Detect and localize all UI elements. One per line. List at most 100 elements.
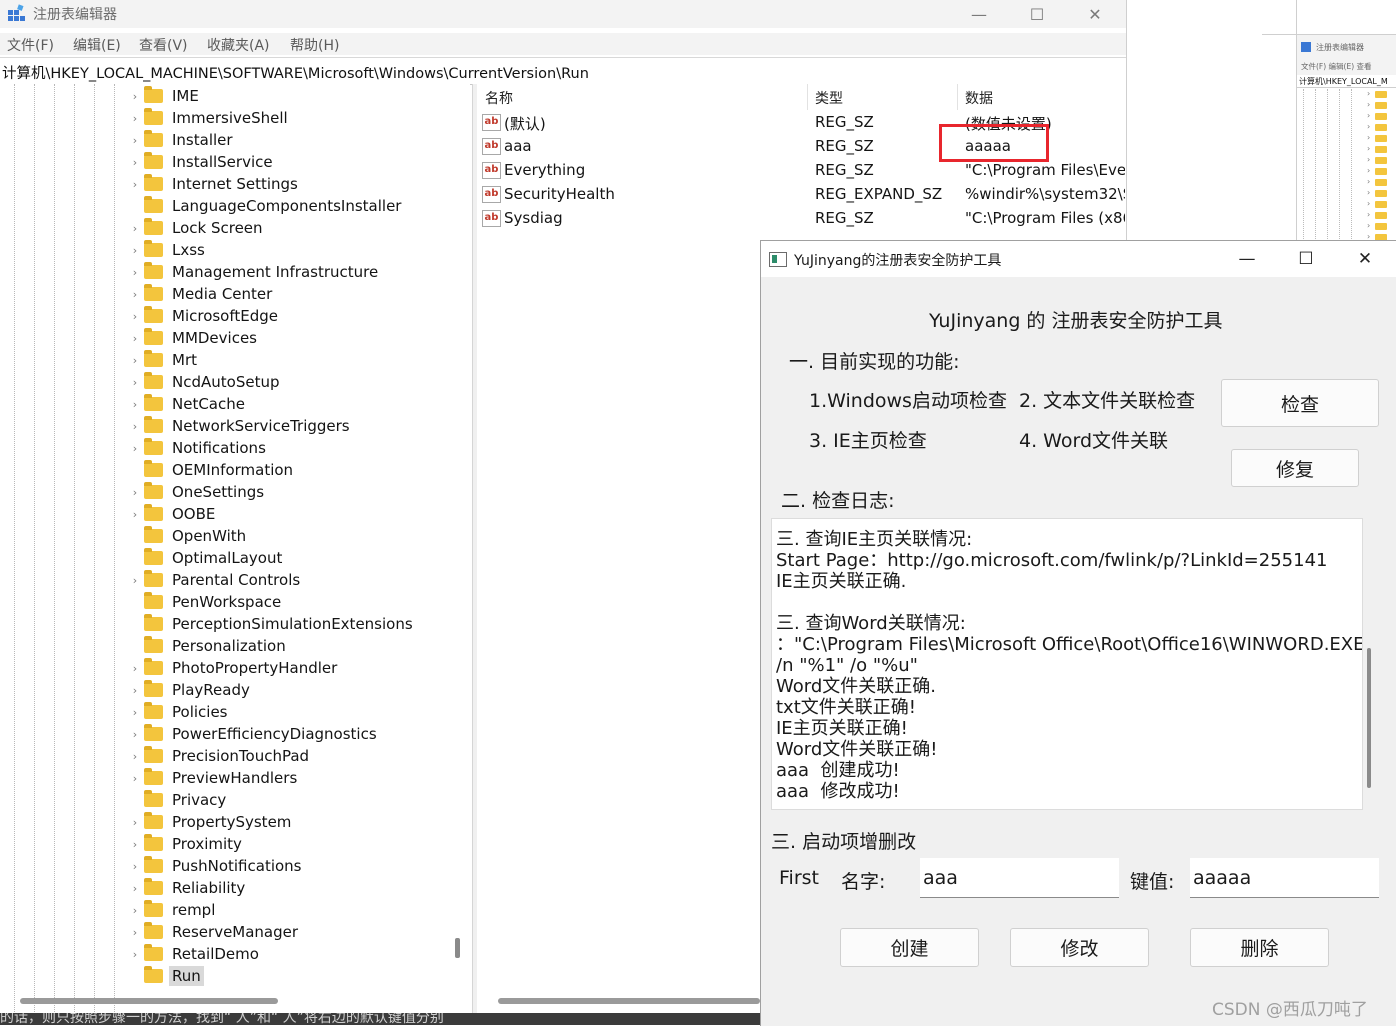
tree-item[interactable]: PerceptionSimulationExtensions <box>128 613 416 635</box>
menu-file[interactable]: 文件(F) <box>7 35 54 55</box>
regedit-minimize-button[interactable]: — <box>950 0 1008 28</box>
chevron-right-icon[interactable]: › <box>128 156 142 169</box>
chevron-right-icon[interactable]: › <box>128 112 142 125</box>
chevron-right-icon[interactable]: › <box>128 574 142 587</box>
chevron-right-icon[interactable]: › <box>128 706 142 719</box>
dialog-maximize-button[interactable]: ☐ <box>1276 241 1336 277</box>
address-bar[interactable]: 计算机\HKEY_LOCAL_MACHINE\SOFTWARE\Microsof… <box>0 57 1126 85</box>
tree-item[interactable]: › Management Infrastructure <box>128 261 381 283</box>
chevron-right-icon[interactable]: › <box>128 398 142 411</box>
registry-tree[interactable]: › IME › ImmersiveShell › Installer › InstallSer… <box>0 84 470 1014</box>
chevron-right-icon[interactable]: › <box>128 266 142 279</box>
chevron-right-icon[interactable]: › <box>128 662 142 675</box>
tree-item[interactable]: OEMInformation <box>128 459 296 481</box>
delete-button[interactable]: 删除 <box>1190 928 1329 967</box>
tree-item[interactable]: › MicrosoftEdge <box>128 305 281 327</box>
values-horizontal-scrollbar[interactable] <box>498 998 760 1004</box>
chevron-right-icon[interactable]: › <box>128 420 142 433</box>
chevron-right-icon[interactable]: › <box>128 838 142 851</box>
chevron-right-icon[interactable]: › <box>128 354 142 367</box>
chevron-right-icon[interactable]: › <box>128 816 142 829</box>
tree-item[interactable]: Run <box>128 965 204 987</box>
tree-item[interactable]: › PrecisionTouchPad <box>128 745 312 767</box>
tree-item[interactable]: › NetworkServiceTriggers <box>128 415 353 437</box>
value-row[interactable]: abEverything REG_SZ "C:\Program Files\Ever… <box>481 159 1126 183</box>
chevron-right-icon[interactable]: › <box>128 288 142 301</box>
chevron-right-icon[interactable]: › <box>128 332 142 345</box>
chevron-right-icon[interactable]: › <box>128 90 142 103</box>
tree-item[interactable]: OptimalLayout <box>128 547 285 569</box>
tree-scrollbar-thumb[interactable] <box>455 938 460 958</box>
tree-item[interactable]: › Media Center <box>128 283 275 305</box>
tree-item[interactable]: › PropertySystem <box>128 811 294 833</box>
tree-item[interactable]: › PhotoPropertyHandler <box>128 657 340 679</box>
tree-item[interactable]: › RetailDemo <box>128 943 262 965</box>
tree-item[interactable]: › ImmersiveShell <box>128 107 291 129</box>
tree-item[interactable]: › PlayReady <box>128 679 253 701</box>
chevron-right-icon[interactable]: › <box>128 860 142 873</box>
chevron-right-icon[interactable]: › <box>128 750 142 763</box>
tree-item[interactable]: OpenWith <box>128 525 249 547</box>
log-textarea[interactable]: 三. 查询IE主页关联情况: Start Page：http://go.micr… <box>771 518 1363 810</box>
tree-item[interactable]: › Internet Settings <box>128 173 301 195</box>
chevron-right-icon[interactable]: › <box>128 508 142 521</box>
tree-item[interactable]: › PreviewHandlers <box>128 767 300 789</box>
column-header-type[interactable]: 类型 <box>815 88 843 108</box>
tree-item[interactable]: Personalization <box>128 635 289 657</box>
tree-item[interactable]: › IME <box>128 85 202 107</box>
dialog-close-button[interactable]: ✕ <box>1335 241 1395 277</box>
menu-favorites[interactable]: 收藏夹(A) <box>207 35 270 55</box>
tree-item[interactable]: › NetCache <box>128 393 248 415</box>
value-row[interactable]: ab SecurityHealth REG_EXPAND_SZ %windir%\sy… <box>481 183 1126 207</box>
tree-item[interactable]: PenWorkspace <box>128 591 284 613</box>
regedit-maximize-button[interactable]: ☐ <box>1008 0 1066 28</box>
column-header-name[interactable]: 名称 <box>485 88 513 108</box>
value-row[interactable]: ab Sysdiag REG_SZ "C:\Program Files (x86) <box>481 207 1126 231</box>
column-separator[interactable] <box>807 84 808 110</box>
tree-item[interactable]: › ReserveManager <box>128 921 301 943</box>
chevron-right-icon[interactable]: › <box>128 684 142 697</box>
tree-item[interactable]: › OOBE <box>128 503 218 525</box>
chevron-right-icon[interactable]: › <box>128 772 142 785</box>
tree-item[interactable]: LanguageComponentsInstaller <box>128 195 404 217</box>
tree-item[interactable]: › Installer <box>128 129 236 151</box>
tree-item[interactable]: › MMDevices <box>128 327 260 349</box>
tree-item[interactable]: › PowerEfficiencyDiagnostics <box>128 723 380 745</box>
chevron-right-icon[interactable]: › <box>128 728 142 741</box>
chevron-right-icon[interactable]: › <box>128 486 142 499</box>
column-header-data[interactable]: 数据 <box>965 88 993 108</box>
log-scrollbar-thumb[interactable] <box>1367 648 1371 788</box>
value-input[interactable] <box>1190 858 1379 898</box>
tree-item[interactable]: › PushNotifications <box>128 855 305 877</box>
tree-item[interactable]: › Lxss <box>128 239 208 261</box>
address-path[interactable]: 计算机\HKEY_LOCAL_MACHINE\SOFTWARE\Microsof… <box>2 62 589 83</box>
tree-item[interactable]: › Mrt <box>128 349 200 371</box>
tree-item[interactable]: › OneSettings <box>128 481 267 503</box>
tree-item[interactable]: › rempl <box>128 899 218 921</box>
chevron-right-icon[interactable]: › <box>128 882 142 895</box>
modify-button[interactable]: 修改 <box>1010 928 1149 967</box>
tree-item[interactable]: › Parental Controls <box>128 569 303 591</box>
create-button[interactable]: 创建 <box>840 928 979 967</box>
menu-help[interactable]: 帮助(H) <box>290 35 339 55</box>
menu-edit[interactable]: 编辑(E) <box>73 35 121 55</box>
repair-button[interactable]: 修复 <box>1231 449 1359 487</box>
chevron-right-icon[interactable]: › <box>128 310 142 323</box>
column-separator[interactable] <box>957 84 958 110</box>
tree-item[interactable]: › Lock Screen <box>128 217 266 239</box>
tree-horizontal-scrollbar[interactable] <box>20 998 278 1004</box>
chevron-right-icon[interactable]: › <box>128 948 142 961</box>
chevron-right-icon[interactable]: › <box>128 244 142 257</box>
name-input[interactable] <box>920 858 1119 898</box>
dialog-minimize-button[interactable]: — <box>1217 241 1277 277</box>
tree-item[interactable]: › Reliability <box>128 877 248 899</box>
chevron-right-icon[interactable]: › <box>128 376 142 389</box>
chevron-right-icon[interactable]: › <box>128 442 142 455</box>
chevron-right-icon[interactable]: › <box>128 178 142 191</box>
tree-item[interactable]: › Notifications <box>128 437 269 459</box>
tree-item[interactable]: › NcdAutoSetup <box>128 371 282 393</box>
tree-item[interactable]: › Proximity <box>128 833 245 855</box>
tree-item[interactable]: Privacy <box>128 789 229 811</box>
chevron-right-icon[interactable]: › <box>128 222 142 235</box>
tree-item[interactable]: › Policies <box>128 701 230 723</box>
